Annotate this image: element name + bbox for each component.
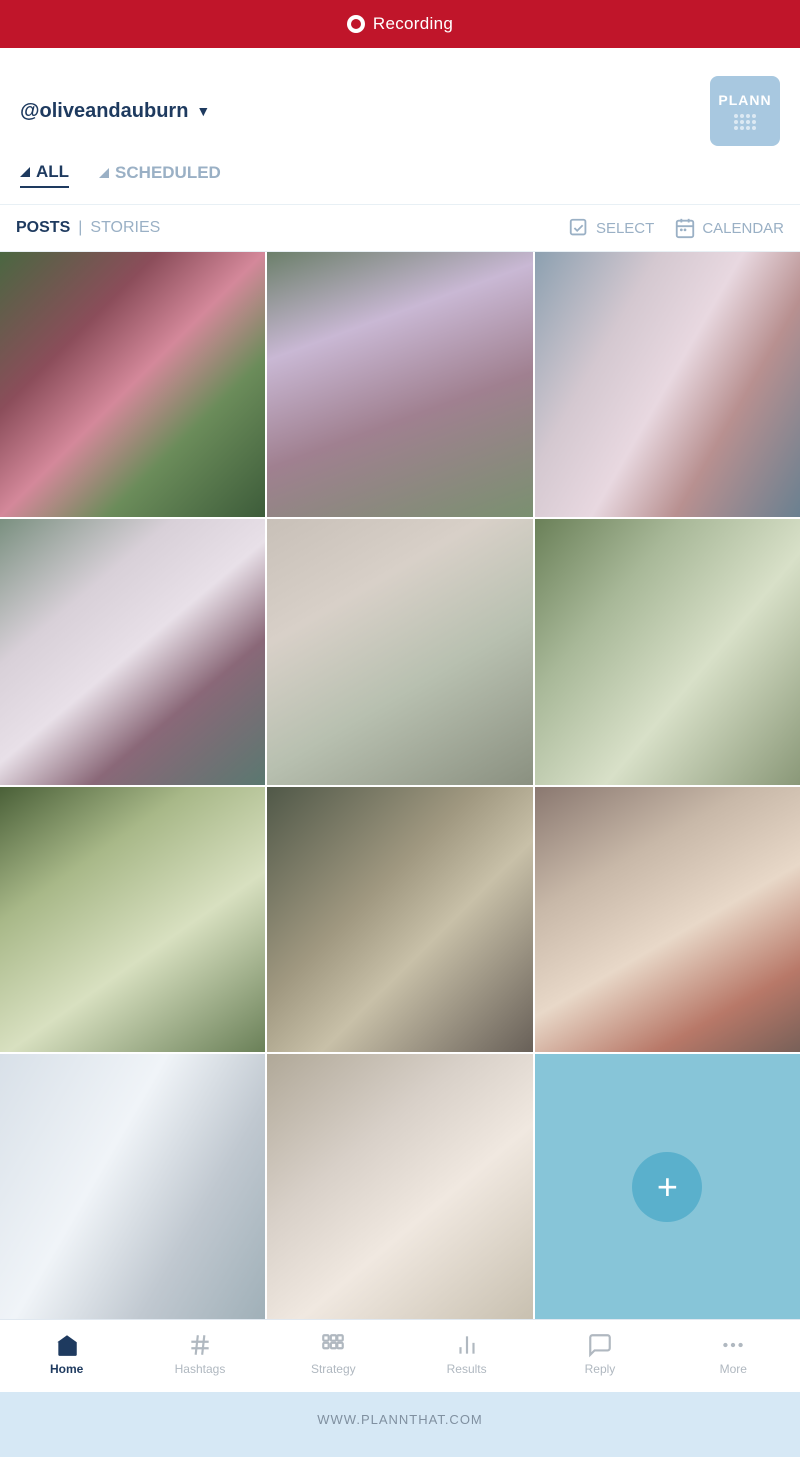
- tab-triangle-icon: [20, 167, 30, 177]
- nav-label-more: More: [720, 1362, 747, 1376]
- grid-cell-10[interactable]: [0, 1054, 265, 1319]
- header: @oliveandauburn ▼ PLANN: [0, 48, 800, 162]
- nav-label-hashtags: Hashtags: [175, 1362, 226, 1376]
- grid-cell-11[interactable]: [267, 1054, 532, 1319]
- more-icon: [720, 1332, 746, 1358]
- select-label: SELECT: [596, 220, 654, 237]
- nav-item-home[interactable]: Home: [27, 1332, 107, 1376]
- tab-scheduled[interactable]: SCHEDULED: [99, 163, 221, 187]
- nav-item-results[interactable]: Results: [427, 1332, 507, 1376]
- phone-container: Recording @oliveandauburn ▼ PLANN: [0, 0, 800, 1457]
- tab-scheduled-triangle-icon: [99, 168, 109, 178]
- account-selector[interactable]: @oliveandauburn ▼: [20, 100, 210, 123]
- nav-item-more[interactable]: More: [693, 1332, 773, 1376]
- grid-cell-4[interactable]: [0, 519, 265, 784]
- plann-logo-text: PLANN: [718, 92, 771, 108]
- strategy-icon: [320, 1332, 346, 1358]
- reply-icon: [587, 1332, 613, 1358]
- footer: WWW.PLANNTHAT.COM: [0, 1392, 800, 1457]
- footer-url: WWW.PLANNTHAT.COM: [317, 1412, 483, 1427]
- nav-item-reply[interactable]: Reply: [560, 1332, 640, 1376]
- content-actions: SELECT CALENDAR: [568, 217, 784, 239]
- content-type-stories[interactable]: STORIES: [90, 219, 160, 237]
- tab-all-label: ALL: [36, 162, 69, 182]
- grid-cell-6[interactable]: [535, 519, 800, 784]
- calendar-label: CALENDAR: [702, 220, 784, 237]
- home-icon: [54, 1332, 80, 1358]
- grid-cell-5[interactable]: [267, 519, 532, 784]
- grid-cell-add[interactable]: +: [535, 1054, 800, 1319]
- grid-cell-9[interactable]: [535, 787, 800, 1052]
- dropdown-arrow-icon: ▼: [196, 103, 210, 119]
- grid-cell-8[interactable]: [267, 787, 532, 1052]
- grid-cell-2[interactable]: [267, 252, 532, 517]
- content-type-posts[interactable]: POSTS: [16, 219, 70, 237]
- plann-logo-decoration: [734, 114, 756, 130]
- add-post-button[interactable]: +: [632, 1152, 702, 1222]
- recording-label: Recording: [373, 14, 453, 34]
- add-icon: +: [657, 1166, 678, 1208]
- grid-cell-3[interactable]: [535, 252, 800, 517]
- nav-item-strategy[interactable]: Strategy: [293, 1332, 373, 1376]
- image-grid: +: [0, 252, 800, 1319]
- bottom-nav: Home Hashtags: [0, 1319, 800, 1392]
- plann-logo[interactable]: PLANN: [710, 76, 780, 146]
- nav-label-strategy: Strategy: [311, 1362, 356, 1376]
- select-button[interactable]: SELECT: [568, 217, 654, 239]
- nav-item-hashtags[interactable]: Hashtags: [160, 1332, 240, 1376]
- content-bar: POSTS | STORIES SELECT: [0, 204, 800, 252]
- app-area: @oliveandauburn ▼ PLANN: [0, 48, 800, 1392]
- grid-cell-7[interactable]: [0, 787, 265, 1052]
- content-types: POSTS | STORIES: [16, 219, 160, 237]
- nav-label-reply: Reply: [585, 1362, 616, 1376]
- recording-bar: Recording: [0, 0, 800, 48]
- tab-scheduled-label: SCHEDULED: [115, 163, 221, 183]
- nav-label-home: Home: [50, 1362, 83, 1376]
- calendar-icon: [674, 217, 696, 239]
- hashtag-icon: [187, 1332, 213, 1358]
- results-icon: [454, 1332, 480, 1358]
- calendar-button[interactable]: CALENDAR: [674, 217, 784, 239]
- select-icon: [568, 217, 590, 239]
- nav-label-results: Results: [447, 1362, 487, 1376]
- grid-cell-1[interactable]: [0, 252, 265, 517]
- tab-all[interactable]: ALL: [20, 162, 69, 188]
- recording-dot-icon: [347, 15, 365, 33]
- account-name: @oliveandauburn: [20, 100, 188, 123]
- content-separator: |: [78, 219, 82, 237]
- tabs-container: ALL SCHEDULED: [0, 162, 800, 204]
